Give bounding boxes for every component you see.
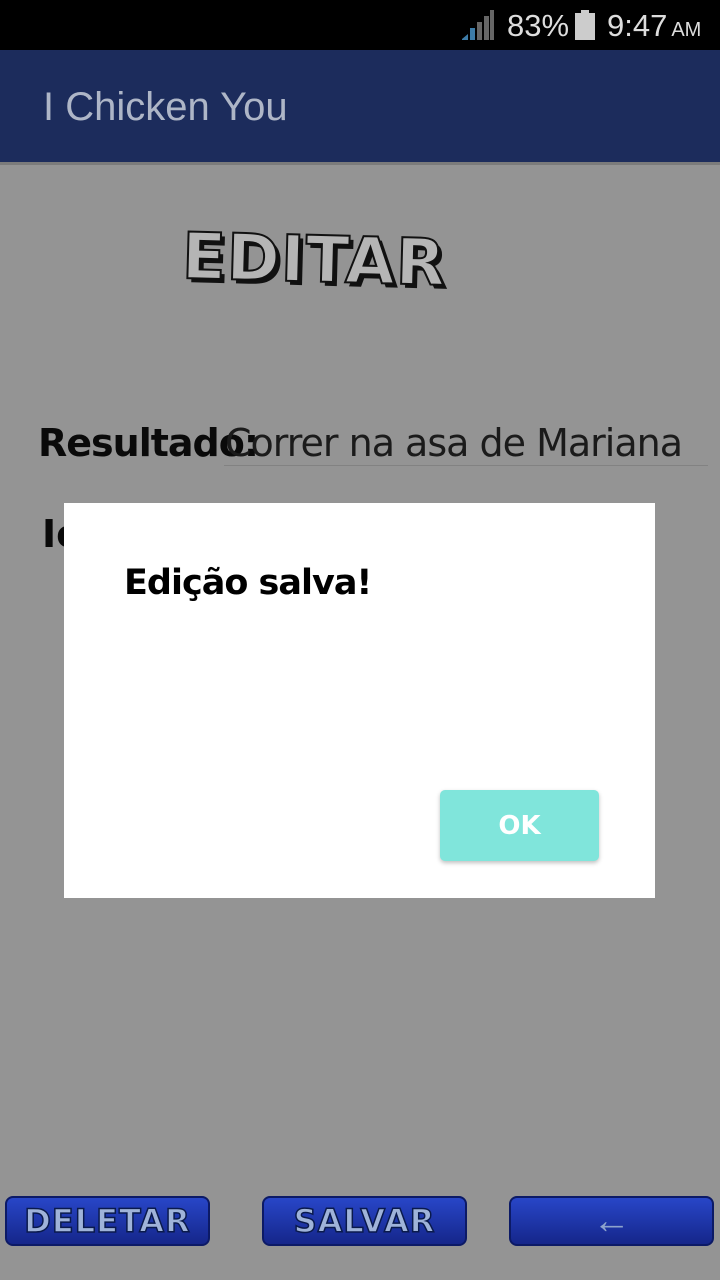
result-input-underline xyxy=(224,465,708,466)
page-heading: EDITAR xyxy=(180,219,448,302)
back-button[interactable]: ← xyxy=(509,1196,714,1246)
dialog-message: Edição salva! xyxy=(124,563,372,603)
app-bar-shadow xyxy=(0,162,720,165)
signal-icon xyxy=(462,10,494,40)
delete-button[interactable]: DELETAR xyxy=(5,1196,210,1246)
battery-percent: 83% xyxy=(507,8,570,43)
confirmation-dialog: Edição salva! OK xyxy=(64,503,655,898)
clock-time: 9:47 xyxy=(607,8,668,43)
battery-icon xyxy=(575,10,595,40)
clock-ampm: AM xyxy=(671,19,702,41)
save-button-label: SALVAR xyxy=(293,1201,436,1241)
back-arrow-icon: ← xyxy=(592,1200,631,1242)
app-title: I Chicken You xyxy=(43,85,288,129)
delete-button-label: DELETAR xyxy=(24,1201,191,1241)
ok-button[interactable]: OK xyxy=(440,790,599,861)
save-button[interactable]: SALVAR xyxy=(262,1196,467,1246)
app-bar: I Chicken You xyxy=(0,50,720,162)
result-input[interactable]: Correr na asa de Mariana xyxy=(225,421,683,465)
status-bar: 83% 9:47 AM xyxy=(0,0,720,50)
clock: 9:47 AM xyxy=(607,8,701,44)
